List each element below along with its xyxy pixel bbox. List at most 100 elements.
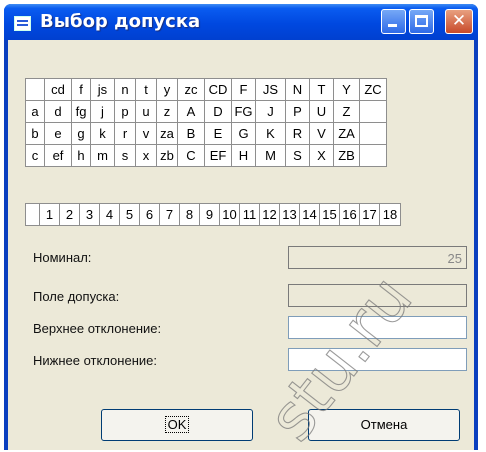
- deviation-cell[interactable]: B: [177, 122, 205, 145]
- deviation-cell[interactable]: CD: [204, 78, 232, 101]
- deviation-cell[interactable]: C: [177, 144, 205, 167]
- deviation-cell[interactable]: e: [44, 122, 72, 145]
- deviation-cell[interactable]: N: [285, 78, 310, 101]
- grade-cell[interactable]: 4: [99, 203, 120, 226]
- tolerance-grade-grid: 1 2 3 4 5 6 7 8 9 10 11 12 13 14 15 16 17 18: [25, 203, 401, 226]
- grade-cell[interactable]: 17: [359, 203, 380, 226]
- grade-cell[interactable]: 14: [299, 203, 320, 226]
- deviation-cell[interactable]: cd: [44, 78, 72, 101]
- grade-cell[interactable]: 16: [339, 203, 360, 226]
- deviation-cell[interactable]: D: [204, 100, 232, 123]
- deviation-cell[interactable]: t: [135, 78, 157, 101]
- ok-label: OK: [164, 416, 190, 433]
- deviation-cell[interactable]: n: [114, 78, 136, 101]
- deviation-cell[interactable]: k: [90, 122, 115, 145]
- window-icon[interactable]: [14, 16, 31, 31]
- deviation-cell[interactable]: y: [156, 78, 178, 101]
- deviation-cell[interactable]: h: [71, 144, 91, 167]
- deviation-cell[interactable]: z: [156, 100, 178, 123]
- deviation-cell[interactable]: Z: [333, 100, 360, 123]
- deviation-cell[interactable]: R: [285, 122, 310, 145]
- grade-cell[interactable]: 5: [119, 203, 140, 226]
- deviation-cell[interactable]: ZB: [333, 144, 360, 167]
- deviation-cell[interactable]: f: [71, 78, 91, 101]
- deviation-cell[interactable]: V: [309, 122, 334, 145]
- deviation-cell[interactable]: fg: [71, 100, 91, 123]
- deviation-cell[interactable]: F: [231, 78, 256, 101]
- grade-cell[interactable]: 11: [239, 203, 260, 226]
- deviation-cell[interactable]: a: [25, 100, 45, 123]
- letter-grid-row: cd f js n t y zc CD F JS N T Y ZC: [25, 78, 387, 101]
- deviation-cell[interactable]: X: [309, 144, 334, 167]
- deviation-cell[interactable]: u: [135, 100, 157, 123]
- deviation-cell[interactable]: T: [309, 78, 334, 101]
- lower-deviation-label: Нижнее отклонение:: [33, 353, 157, 368]
- dialog-body: cd f js n t y zc CD F JS N T Y ZC a d fg j p u z A D FG J P U Zb e g k…: [8, 40, 474, 450]
- cancel-button[interactable]: Отмена: [308, 409, 460, 441]
- letter-grid-row: a d fg j p u z A D FG J P U Z: [25, 100, 387, 123]
- upper-deviation-input[interactable]: [288, 316, 467, 339]
- close-icon: ✕: [451, 11, 467, 31]
- deviation-cell[interactable]: [25, 78, 45, 101]
- deviation-cell[interactable]: b: [25, 122, 45, 145]
- deviation-cell[interactable]: [359, 100, 387, 123]
- deviation-cell[interactable]: G: [231, 122, 256, 145]
- deviation-cell[interactable]: J: [255, 100, 286, 123]
- deviation-cell[interactable]: P: [285, 100, 310, 123]
- deviation-cell[interactable]: j: [90, 100, 115, 123]
- grade-cell[interactable]: 18: [379, 203, 401, 226]
- grade-cell[interactable]: 10: [219, 203, 240, 226]
- deviation-cell[interactable]: FG: [231, 100, 256, 123]
- grade-cell[interactable]: [25, 203, 40, 226]
- close-button[interactable]: ✕: [445, 9, 473, 34]
- deviation-cell[interactable]: d: [44, 100, 72, 123]
- deviation-cell[interactable]: zc: [177, 78, 205, 101]
- deviation-cell[interactable]: s: [114, 144, 136, 167]
- grade-cell[interactable]: 12: [259, 203, 280, 226]
- minimize-button[interactable]: [381, 9, 406, 34]
- deviation-cell[interactable]: ef: [44, 144, 72, 167]
- maximize-button[interactable]: [409, 9, 434, 34]
- title-bar[interactable]: Выбор допуска ✕: [4, 4, 478, 40]
- deviation-cell[interactable]: E: [204, 122, 232, 145]
- nominal-label: Номинал:: [33, 250, 92, 265]
- grade-cell[interactable]: 8: [179, 203, 200, 226]
- deviation-cell[interactable]: M: [255, 144, 286, 167]
- deviation-cell[interactable]: g: [71, 122, 91, 145]
- deviation-cell[interactable]: S: [285, 144, 310, 167]
- deviation-cell[interactable]: K: [255, 122, 286, 145]
- deviation-cell[interactable]: Y: [333, 78, 360, 101]
- ok-button[interactable]: OK: [101, 409, 253, 441]
- deviation-cell[interactable]: U: [309, 100, 334, 123]
- deviation-cell[interactable]: c: [25, 144, 45, 167]
- deviation-cell[interactable]: m: [90, 144, 115, 167]
- grade-cell[interactable]: 7: [159, 203, 180, 226]
- grade-cell[interactable]: 1: [39, 203, 60, 226]
- tolerance-field-label: Поле допуска:: [33, 289, 120, 304]
- deviation-cell[interactable]: ZA: [333, 122, 360, 145]
- deviation-cell[interactable]: x: [135, 144, 157, 167]
- deviation-cell[interactable]: [359, 122, 387, 145]
- deviation-cell[interactable]: ZC: [359, 78, 387, 101]
- tolerance-field-input[interactable]: [288, 284, 467, 307]
- deviation-cell[interactable]: js: [90, 78, 115, 101]
- deviation-cell[interactable]: H: [231, 144, 256, 167]
- grade-cell[interactable]: 9: [199, 203, 220, 226]
- grade-cell[interactable]: 15: [319, 203, 340, 226]
- letter-grid-row: c ef h m s x zb C EF H M S X ZB: [25, 144, 387, 167]
- deviation-cell[interactable]: v: [135, 122, 157, 145]
- lower-deviation-input[interactable]: [288, 348, 467, 371]
- deviation-cell[interactable]: zb: [156, 144, 178, 167]
- grade-cell[interactable]: 2: [59, 203, 80, 226]
- deviation-cell[interactable]: [359, 144, 387, 167]
- deviation-cell[interactable]: EF: [204, 144, 232, 167]
- nominal-field[interactable]: 25: [288, 246, 467, 269]
- grade-cell[interactable]: 13: [279, 203, 300, 226]
- deviation-cell[interactable]: za: [156, 122, 178, 145]
- deviation-cell[interactable]: A: [177, 100, 205, 123]
- grade-cell[interactable]: 3: [79, 203, 100, 226]
- deviation-cell[interactable]: r: [114, 122, 136, 145]
- grade-cell[interactable]: 6: [139, 203, 160, 226]
- deviation-cell[interactable]: JS: [255, 78, 286, 101]
- deviation-cell[interactable]: p: [114, 100, 136, 123]
